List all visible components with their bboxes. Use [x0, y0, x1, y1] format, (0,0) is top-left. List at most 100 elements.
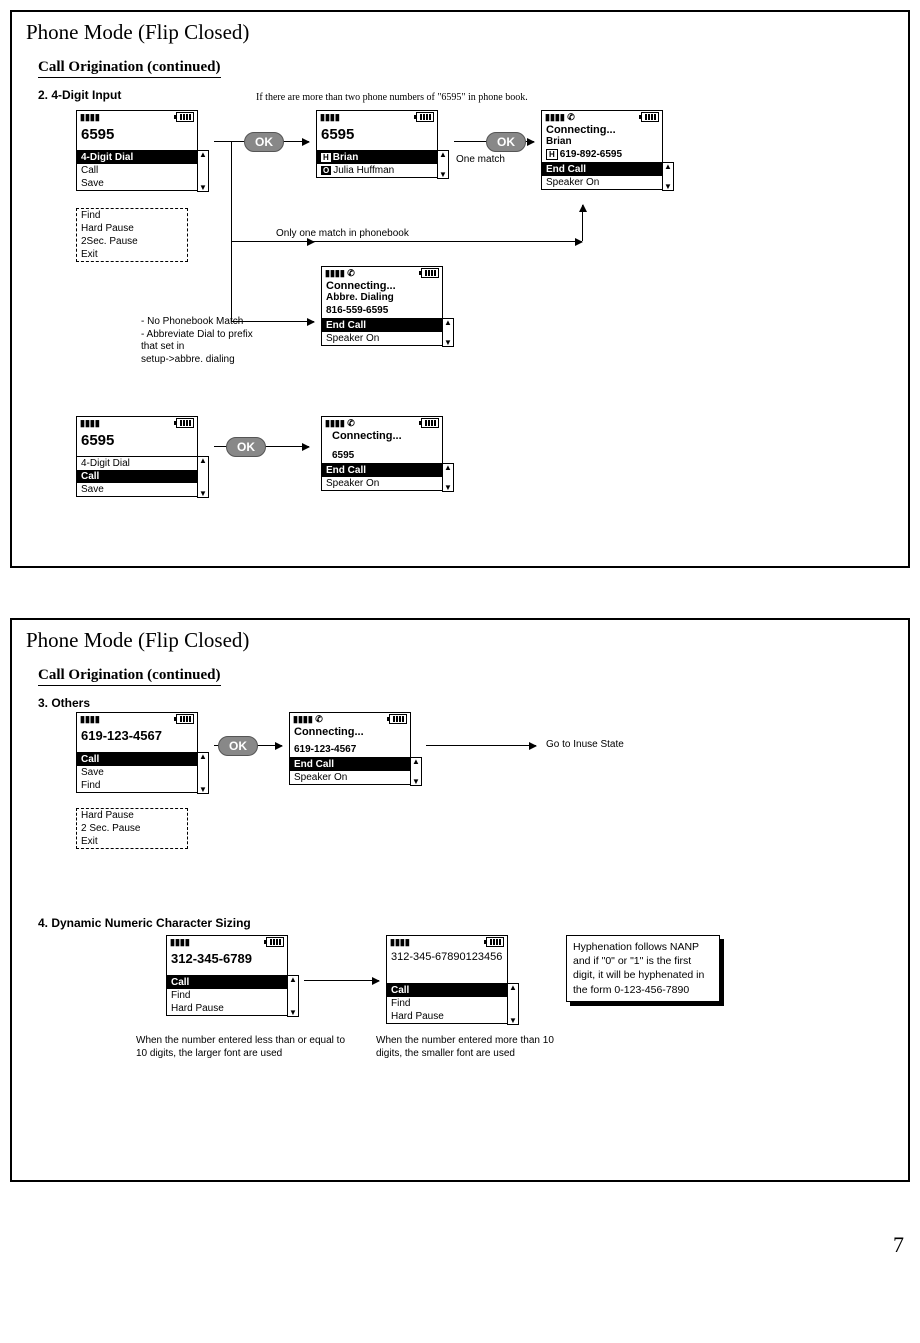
match-item[interactable]: OJulia Huffman [317, 164, 437, 177]
menu-item[interactable]: End Call [290, 758, 410, 771]
signal-icon: ▮▮▮▮ [170, 937, 190, 948]
connecting-label: Connecting... [322, 430, 442, 442]
menu-item[interactable]: Call [77, 753, 197, 766]
battery-icon [421, 418, 439, 428]
menu-item[interactable]: Call [77, 470, 197, 483]
screen-connecting-6595: ▮▮▮▮ ✆ Connecting... 6595 End Call Speak… [321, 416, 443, 491]
arrow [426, 745, 536, 746]
sub-dynamic: 4. Dynamic Numeric Character Sizing [38, 916, 251, 930]
menu-item[interactable]: Save [77, 177, 197, 190]
dialed-number: 619-123-4567 [77, 726, 197, 752]
battery-icon [486, 937, 504, 947]
menu-item[interactable]: End Call [322, 464, 442, 477]
menu-item[interactable]: 2Sec. Pause [77, 235, 187, 248]
menu-item[interactable]: Speaker On [322, 477, 442, 490]
scrollbar[interactable] [410, 757, 422, 786]
ok-button[interactable]: OK [218, 736, 258, 756]
menu-list: End Call Speaker On [290, 757, 410, 784]
scrollbar[interactable] [437, 150, 449, 179]
battery-icon [416, 112, 434, 122]
ext-menu: Hard Pause 2 Sec. Pause Exit [76, 808, 188, 849]
battery-icon [641, 112, 659, 122]
menu-list: Call Find Hard Pause [167, 975, 287, 1015]
signal-icon: ▮▮▮▮ ✆ [325, 268, 355, 279]
signal-icon: ▮▮▮▮ ✆ [545, 112, 575, 123]
scrollbar[interactable] [197, 456, 209, 498]
menu-item[interactable]: Hard Pause [167, 1002, 287, 1015]
menu-item[interactable]: Exit [77, 835, 187, 848]
scrollbar[interactable] [287, 975, 299, 1017]
note-one-match: One match [456, 154, 505, 167]
menu-list: Call Find Hard Pause [387, 983, 507, 1023]
menu-item[interactable]: Save [77, 766, 197, 779]
menu-list: 4-Digit Dial Call Save [77, 456, 197, 496]
menu-list: 4-Digit Dial Call Save [77, 150, 197, 190]
menu-item[interactable]: Exit [77, 248, 187, 261]
match-item[interactable]: HBrian [317, 151, 437, 164]
battery-icon [389, 714, 407, 724]
ext-menu: Find Hard Pause 2Sec. Pause Exit [76, 208, 188, 262]
match-name: Julia Huffman [333, 165, 394, 176]
menu-item[interactable]: End Call [542, 163, 662, 176]
menu-item[interactable]: Find [77, 779, 197, 792]
scrollbar[interactable] [507, 983, 519, 1025]
match-name: Brian [333, 152, 359, 163]
menu-item[interactable]: Hard Pause [387, 1010, 507, 1023]
page-frame-2: Phone Mode (Flip Closed) Call Originatio… [10, 618, 910, 1182]
scrollbar[interactable] [442, 318, 454, 347]
menu-item[interactable]: Call [77, 164, 197, 177]
menu-item[interactable]: Hard Pause [77, 809, 187, 822]
menu-item[interactable]: Call [387, 984, 507, 997]
connector [231, 241, 232, 321]
section-title: Call Origination (continued) [38, 667, 221, 686]
ok-button[interactable]: OK [226, 437, 266, 457]
menu-list: Call Save Find [77, 752, 197, 792]
menu-item[interactable]: Speaker On [290, 771, 410, 784]
scrollbar[interactable] [197, 150, 209, 192]
diagram-canvas-1: If there are more than two phone numbers… [26, 106, 894, 546]
ok-button[interactable]: OK [244, 132, 284, 152]
contact-number: 816-559-6595 [322, 305, 442, 318]
menu-item[interactable]: Call [167, 976, 287, 989]
battery-icon [176, 112, 194, 122]
connecting-label: Connecting... [322, 280, 442, 292]
arrow [231, 241, 314, 242]
screen-dyn-large: ▮▮▮▮ 312-345-6789 Call Find Hard Pause [166, 935, 288, 1016]
menu-item[interactable]: Speaker On [542, 176, 662, 189]
signal-icon: ▮▮▮▮ [80, 714, 100, 725]
dialed-number: 6595 [77, 430, 197, 456]
menu-item[interactable]: Find [387, 997, 507, 1010]
connector [231, 141, 232, 241]
note-goto-inuse: Go to Inuse State [546, 739, 624, 752]
menu-item[interactable]: Save [77, 483, 197, 496]
scrollbar[interactable] [197, 752, 209, 794]
signal-icon: ▮▮▮▮ [80, 418, 100, 429]
match-list: HBrian OJulia Huffman [317, 150, 437, 177]
note-only-one: Only one match in phonebook [276, 228, 409, 241]
menu-item[interactable]: 4-Digit Dial [77, 151, 197, 164]
connecting-label: Connecting... [542, 124, 662, 136]
menu-item[interactable]: Find [167, 989, 287, 1002]
scrollbar[interactable] [662, 162, 674, 191]
screen-others-connecting: ▮▮▮▮ ✆ Connecting... 619-123-4567 End Ca… [289, 712, 411, 785]
menu-item[interactable]: 4-Digit Dial [77, 457, 197, 470]
ok-button[interactable]: OK [486, 132, 526, 152]
caption-small: When the number entered more than 10 dig… [376, 1035, 576, 1060]
section-title: Call Origination (continued) [38, 59, 221, 78]
signal-icon: ▮▮▮▮ [80, 112, 100, 123]
note-top: If there are more than two phone numbers… [256, 92, 528, 105]
signal-icon: ▮▮▮▮ [390, 937, 410, 948]
caption-large: When the number entered less than or equ… [136, 1035, 356, 1060]
menu-item[interactable]: Speaker On [322, 332, 442, 345]
menu-item[interactable]: 2 Sec. Pause [77, 822, 187, 835]
menu-item[interactable]: Hard Pause [77, 222, 187, 235]
arrow [304, 980, 379, 981]
menu-item[interactable]: Find [77, 209, 187, 222]
menu-item[interactable]: End Call [322, 319, 442, 332]
battery-icon [176, 714, 194, 724]
contact-number: 6595 [322, 450, 442, 463]
scrollbar[interactable] [442, 463, 454, 492]
dialed-number: 312-345-67890123456 [387, 949, 507, 983]
note-no-match: - No Phonebook Match - Abbreviate Dial t… [141, 316, 311, 366]
arrow [582, 205, 583, 241]
